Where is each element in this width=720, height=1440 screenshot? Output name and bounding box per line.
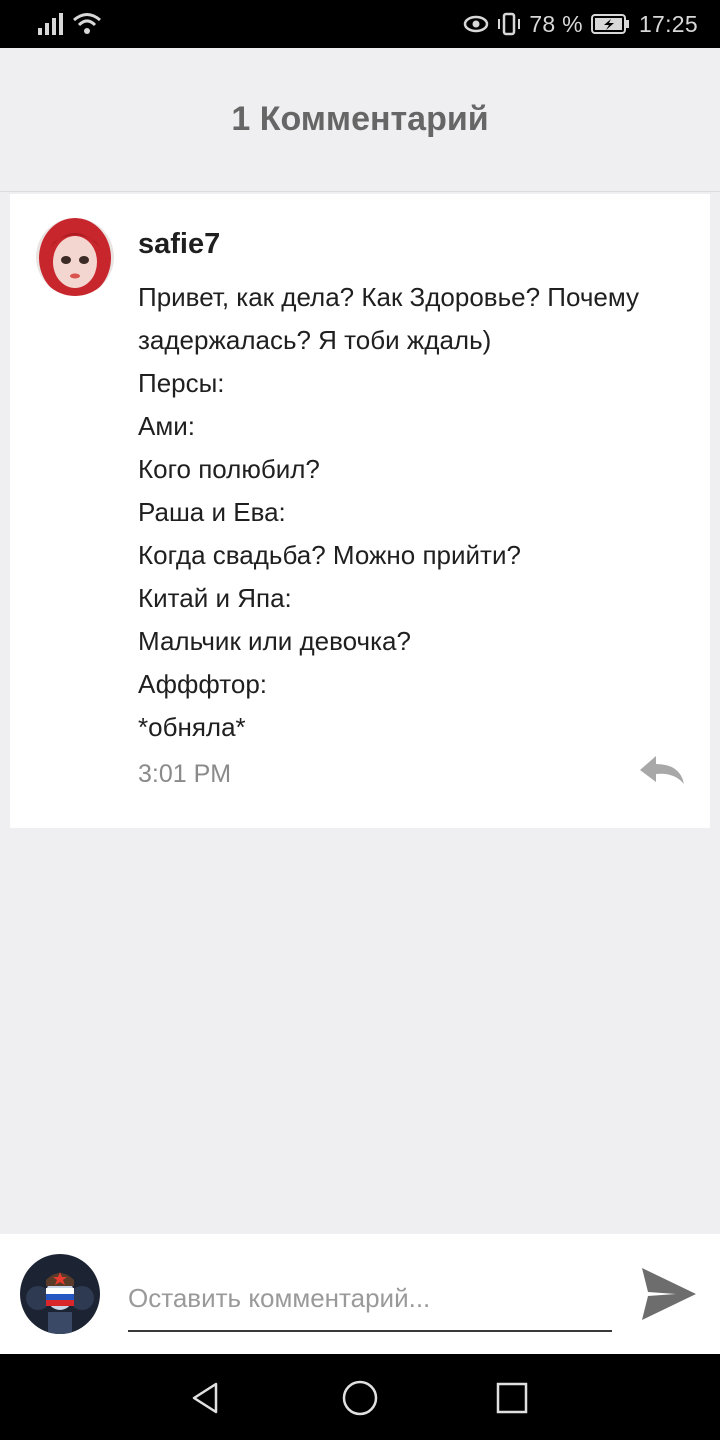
- back-button[interactable]: [186, 1378, 226, 1418]
- battery-icon: [590, 14, 629, 34]
- status-right: 78 % 17:25: [463, 11, 698, 38]
- signal-icon: [38, 13, 63, 35]
- back-icon: [192, 1382, 218, 1414]
- comment-line: Мальчик или девочка?: [138, 626, 411, 656]
- comments-header: 1 Комментарий: [0, 48, 720, 192]
- comment-text: Привет, как дела? Как Здоровье? Почему з…: [138, 276, 698, 749]
- comment-line: Кого полюбил?: [138, 454, 320, 484]
- comment-line: задержалась? Я тоби ждаль): [138, 325, 492, 355]
- battery-percent: 78 %: [529, 10, 583, 37]
- comment-card: safie7 Привет, как дела? Как Здоровье? П…: [10, 194, 710, 828]
- recents-icon: [496, 1382, 528, 1414]
- comment-line: Раша и Ева:: [138, 497, 286, 527]
- page-title: 1 Комментарий: [231, 100, 489, 138]
- clock: 17:25: [638, 10, 698, 37]
- status-bar: 78 % 17:25: [0, 0, 720, 48]
- commenter-avatar[interactable]: [36, 218, 114, 296]
- send-button[interactable]: [640, 1266, 698, 1322]
- comment-line: *обняла*: [138, 712, 246, 742]
- comment-input[interactable]: [128, 1266, 612, 1332]
- wifi-icon: [73, 13, 101, 34]
- comment-timestamp: 3:01 PM: [138, 760, 232, 788]
- comment-line: Персы:: [138, 368, 225, 398]
- comment-line: Ами:: [138, 411, 195, 441]
- status-left: [38, 12, 102, 36]
- comment-line: Привет, как дела? Как Здоровье? Почему: [138, 282, 640, 312]
- reply-button[interactable]: [638, 754, 688, 788]
- home-icon: [342, 1380, 378, 1416]
- vibrate-icon: [498, 12, 521, 36]
- comment-line: Когда свадьба? Можно прийти?: [138, 540, 521, 570]
- eye-comfort-icon: [464, 15, 489, 33]
- navigation-bar: [0, 1354, 720, 1440]
- comment-line: Афффтор:: [138, 669, 267, 699]
- comment-line: Китай и Япа:: [138, 583, 292, 613]
- commenter-username[interactable]: safie7: [138, 228, 220, 261]
- home-button[interactable]: [340, 1378, 380, 1418]
- comment-input-bar: [0, 1234, 720, 1354]
- my-avatar[interactable]: [20, 1254, 100, 1334]
- send-icon: [642, 1268, 696, 1320]
- recents-button[interactable]: [492, 1378, 532, 1418]
- reply-icon: [640, 756, 684, 784]
